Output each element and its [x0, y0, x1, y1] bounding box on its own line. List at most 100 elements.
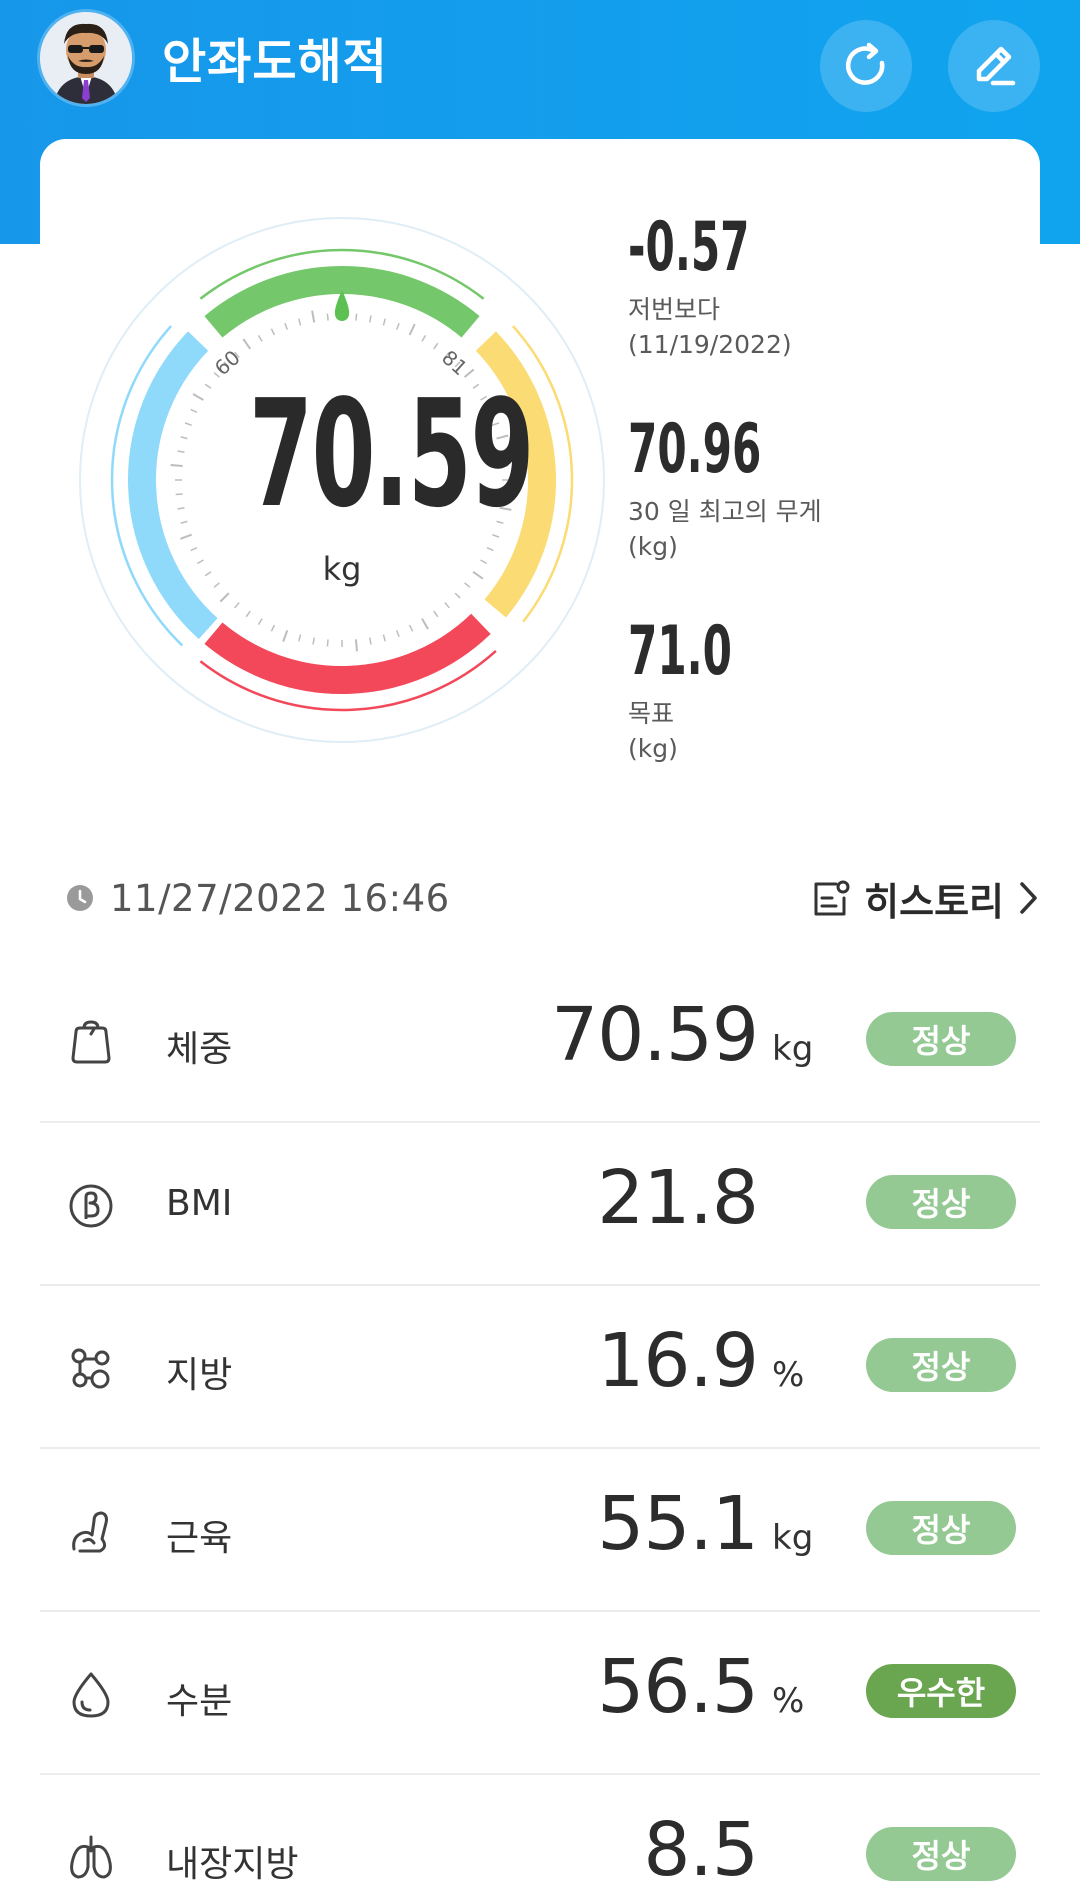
metric-name: 체중 [166, 1029, 233, 1070]
metric-row-fat[interactable]: 지방 16.9 % 정상 [40, 1286, 1040, 1449]
stat-change: -0.57 저번보다 (11/19/2022) [628, 214, 824, 362]
gauge-value-container: 70.59 [162, 380, 534, 528]
metric-row-visceral-fat[interactable]: 내장지방 8.5 정상 [40, 1775, 1040, 1883]
stat-goal-unit: (kg) [628, 734, 678, 763]
edit-pencil-icon [976, 46, 1016, 86]
metric-unit: kg [772, 1518, 814, 1558]
status-badge: 정상 [866, 1501, 1016, 1555]
history-icon [814, 880, 850, 916]
edit-button[interactable] [948, 20, 1040, 112]
gauge-tick [311, 310, 316, 323]
gauge-tick [396, 630, 400, 638]
status-badge: 정상 [866, 1175, 1016, 1229]
refresh-button[interactable] [820, 20, 912, 112]
metric-name: 지방 [166, 1355, 233, 1396]
metric-value: 55.1 kg [597, 1487, 814, 1561]
gauge-tick [312, 637, 315, 645]
refresh-icon [845, 42, 885, 85]
gauge-tick [355, 313, 358, 321]
gauge-tick [234, 602, 240, 609]
metric-row-weight[interactable]: 체중 70.59 kg 정상 [40, 960, 1040, 1123]
metric-number: 21.8 [597, 1155, 759, 1241]
metric-row-muscle[interactable]: 근육 55.1 kg 정상 [40, 1449, 1040, 1612]
gauge-tick [257, 334, 263, 342]
water-drop-icon [72, 1672, 110, 1718]
gauge-tick [354, 639, 358, 652]
muscle-icon [72, 1511, 108, 1553]
metric-name: 근육 [166, 1518, 233, 1559]
stat-goal-label: 목표 [628, 699, 675, 728]
avatar-image [40, 12, 132, 104]
gauge-tick [257, 618, 263, 626]
metrics-list: 체중 70.59 kg 정상 BMI 21.8 정상 지방 16.9 % 정상 … [40, 960, 1040, 1883]
status-badge: 우수한 [866, 1664, 1016, 1718]
gauge-tick [408, 323, 416, 336]
metric-number: 56.5 [597, 1644, 759, 1730]
gauge-tick [382, 318, 386, 326]
metric-number: 16.9 [597, 1318, 759, 1404]
stat-30day-max: 70.96 30 일 최고의 무게 (kg) [628, 416, 843, 564]
metric-row-water[interactable]: 수분 56.5 % 우수한 [40, 1612, 1040, 1775]
gauge-tick [298, 634, 302, 642]
metric-unit: % [772, 1681, 805, 1721]
metric-value: 56.5 % [597, 1650, 814, 1724]
metric-number: 55.1 [597, 1481, 759, 1567]
metric-name: 내장지방 [166, 1844, 299, 1883]
gauge-tick [282, 630, 289, 642]
gauge-tick-label-left: 60 [210, 345, 245, 380]
clock-icon [67, 885, 93, 911]
gauge-tick [444, 602, 450, 609]
gauge-tick [180, 533, 192, 540]
app-screen: 안좌도해적 60 81 70.59 kg -0.57 저번보다 (11/19/2… [0, 0, 1080, 1883]
status-badge: 정상 [866, 1338, 1016, 1392]
gauge-tick [433, 610, 439, 618]
gauge-tick [369, 315, 372, 323]
history-label: 히스토리 [864, 879, 1004, 924]
metric-value: 8.5 [643, 1813, 814, 1883]
profile-username[interactable]: 안좌도해적 [162, 22, 388, 92]
stat-goal: 71.0 목표 (kg) [628, 618, 796, 766]
measurement-datetime: 11/27/2022 16:46 [66, 870, 450, 926]
fat-icon [71, 1348, 110, 1389]
metric-value: 16.9 % [597, 1324, 814, 1398]
gauge-tick [408, 624, 414, 632]
metric-name: BMI [166, 1183, 233, 1224]
metric-number: 70.59 [551, 992, 759, 1078]
bmi-icon [69, 1184, 113, 1228]
metric-value: 70.59 kg [551, 998, 814, 1072]
gauge-tick [270, 328, 276, 336]
gauge-tick [245, 610, 251, 618]
gauge-tick [298, 318, 302, 326]
gauge-value: 70.59 [249, 368, 534, 540]
gauge-tick [326, 639, 329, 647]
metric-value: 21.8 [597, 1161, 814, 1235]
status-badge: 정상 [866, 1012, 1016, 1066]
status-badge: 정상 [866, 1827, 1016, 1881]
gauge-indicator [334, 290, 350, 321]
metric-row-bmi[interactable]: BMI 21.8 정상 [40, 1123, 1040, 1286]
gauge-tick [270, 624, 276, 632]
stat-goal-value: 71.0 [628, 612, 733, 691]
gauge-tick [454, 592, 461, 599]
gauge-tick [382, 634, 386, 642]
gauge-tick [219, 592, 230, 603]
gauge-tick [242, 338, 252, 350]
stat-30day-max-value: 70.96 [628, 410, 762, 489]
gauge-tick [396, 322, 400, 330]
stat-change-value: -0.57 [628, 208, 750, 287]
metric-name: 수분 [166, 1681, 233, 1722]
gauge-tick [284, 322, 288, 330]
gauge-tick [433, 342, 439, 350]
stat-30day-max-unit: (kg) [628, 532, 678, 561]
avatar[interactable] [40, 12, 132, 104]
gauge-unit: kg [322, 550, 362, 588]
metric-unit: kg [772, 1029, 814, 1069]
metric-number: 8.5 [643, 1807, 759, 1883]
chevron-right-icon [1020, 882, 1037, 914]
gauge-tick [421, 618, 429, 630]
metric-unit: % [772, 1355, 805, 1395]
stat-change-label: 저번보다 [628, 295, 721, 324]
gauge-tick [421, 334, 427, 342]
history-link[interactable]: 히스토리 [810, 868, 1040, 928]
measurement-datetime-text: 11/27/2022 16:46 [110, 876, 450, 920]
